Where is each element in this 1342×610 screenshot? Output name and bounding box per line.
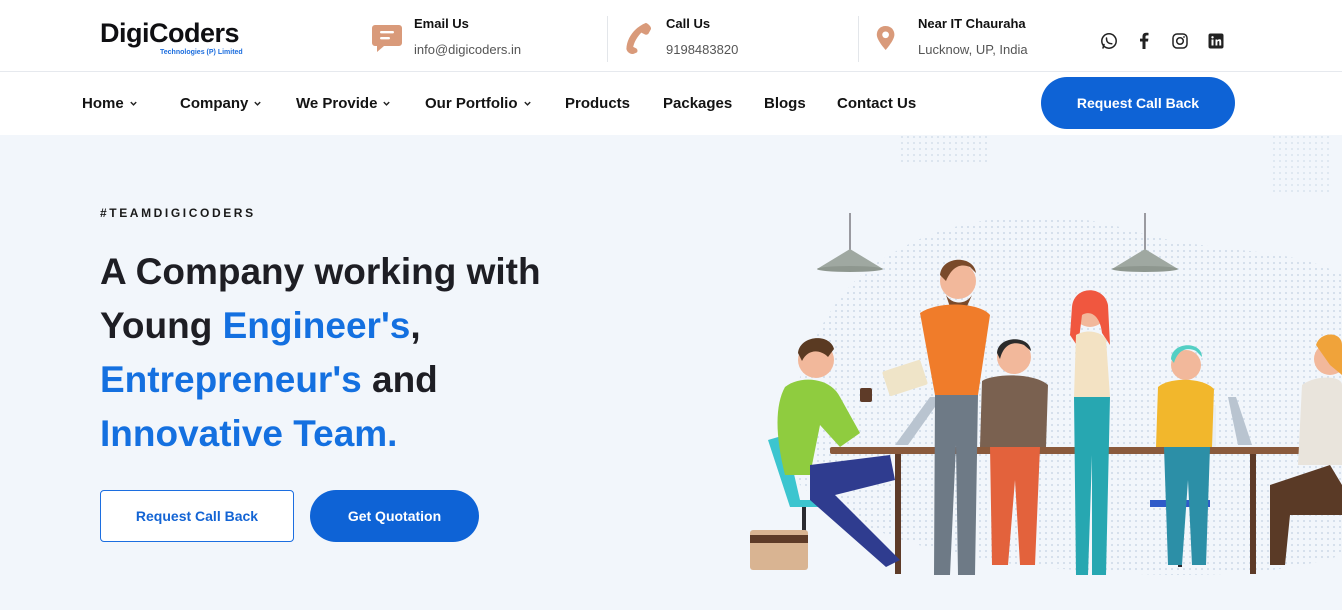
nav-item-we-provide[interactable]: We Provide <box>296 95 391 112</box>
email-info[interactable]: Email Us info@digicoders.in <box>372 12 592 62</box>
nav-item-our-portfolio[interactable]: Our Portfolio <box>425 95 532 112</box>
nav-item-label: Products <box>565 95 631 112</box>
headline-highlight-entrepreneurs: Entrepreneur's <box>100 359 362 400</box>
nav-item-label: Company <box>180 95 249 112</box>
message-icon <box>372 25 402 52</box>
headline-highlight-engineers: Engineer's <box>222 305 411 346</box>
main-nav: Home Company We Provide Our Portfolio Pr… <box>0 73 1342 135</box>
phone-title: Call Us <box>666 16 711 31</box>
phone-value[interactable]: 9198483820 <box>666 42 738 57</box>
brand-name: DigiCoders <box>100 18 240 48</box>
phone-info[interactable]: Call Us 9198483820 <box>624 12 824 62</box>
hero-tag: #TEAMDIGICODERS <box>100 206 256 220</box>
hero-section: #TEAMDIGICODERS A Company working with Y… <box>0 135 1342 610</box>
nav-item-label: We Provide <box>296 95 378 112</box>
nav-item-label: Home <box>82 95 124 112</box>
instagram-icon[interactable] <box>1170 31 1190 51</box>
linkedin-icon[interactable] <box>1206 31 1226 51</box>
email-value[interactable]: info@digicoders.in <box>414 42 521 57</box>
nav-item-products[interactable]: Products <box>565 95 630 112</box>
chevron-down-icon <box>129 101 137 106</box>
top-info-bar: DigiCoders Technologies (P) Limited Emai… <box>0 0 1342 72</box>
divider <box>858 16 859 62</box>
nav-item-label: Our Portfolio <box>425 95 518 112</box>
location-pin-icon <box>876 26 895 50</box>
headline-highlight-innovative-team: Innovative Team. <box>100 413 398 454</box>
brand-logo[interactable]: DigiCoders Technologies (P) Limited <box>100 18 260 62</box>
nav-item-company[interactable]: Company <box>180 95 262 112</box>
address-value: Lucknow, UP, India <box>918 42 1028 57</box>
nav-item-label: Packages <box>663 95 733 112</box>
address-info: Near IT Chauraha Lucknow, UP, India <box>876 12 1076 62</box>
divider <box>607 16 608 62</box>
request-call-back-button[interactable]: Request Call Back <box>1041 77 1235 129</box>
nav-item-label: Contact Us <box>837 95 917 112</box>
facebook-icon[interactable] <box>1134 31 1154 51</box>
address-title: Near IT Chauraha <box>918 16 1026 31</box>
chevron-down-icon <box>254 101 262 106</box>
phone-icon <box>626 22 652 54</box>
nav-item-blogs[interactable]: Blogs <box>764 95 806 112</box>
headline-line-3-plain: and <box>361 359 438 400</box>
headline-line-2-plain: Young <box>100 305 223 346</box>
team-illustration <box>750 135 1342 575</box>
nav-item-label: Blogs <box>764 95 806 112</box>
nav-item-packages[interactable]: Packages <box>663 95 732 112</box>
chevron-down-icon <box>523 101 531 106</box>
chevron-down-icon <box>383 101 391 106</box>
brand-tagline: Technologies (P) Limited <box>160 49 243 56</box>
nav-item-contact-us[interactable]: Contact Us <box>837 95 916 112</box>
email-title: Email Us <box>414 16 469 31</box>
whatsapp-icon[interactable] <box>1099 31 1119 51</box>
get-quotation-button[interactable]: Get Quotation <box>310 490 479 542</box>
hero-headline: A Company working with Young Engineer's,… <box>100 245 700 461</box>
nav-item-home[interactable]: Home <box>82 95 138 112</box>
headline-line-1: A Company working with <box>100 251 541 292</box>
request-call-back-outline-button[interactable]: Request Call Back <box>100 490 294 542</box>
headline-line-2-tail: , <box>410 305 421 346</box>
